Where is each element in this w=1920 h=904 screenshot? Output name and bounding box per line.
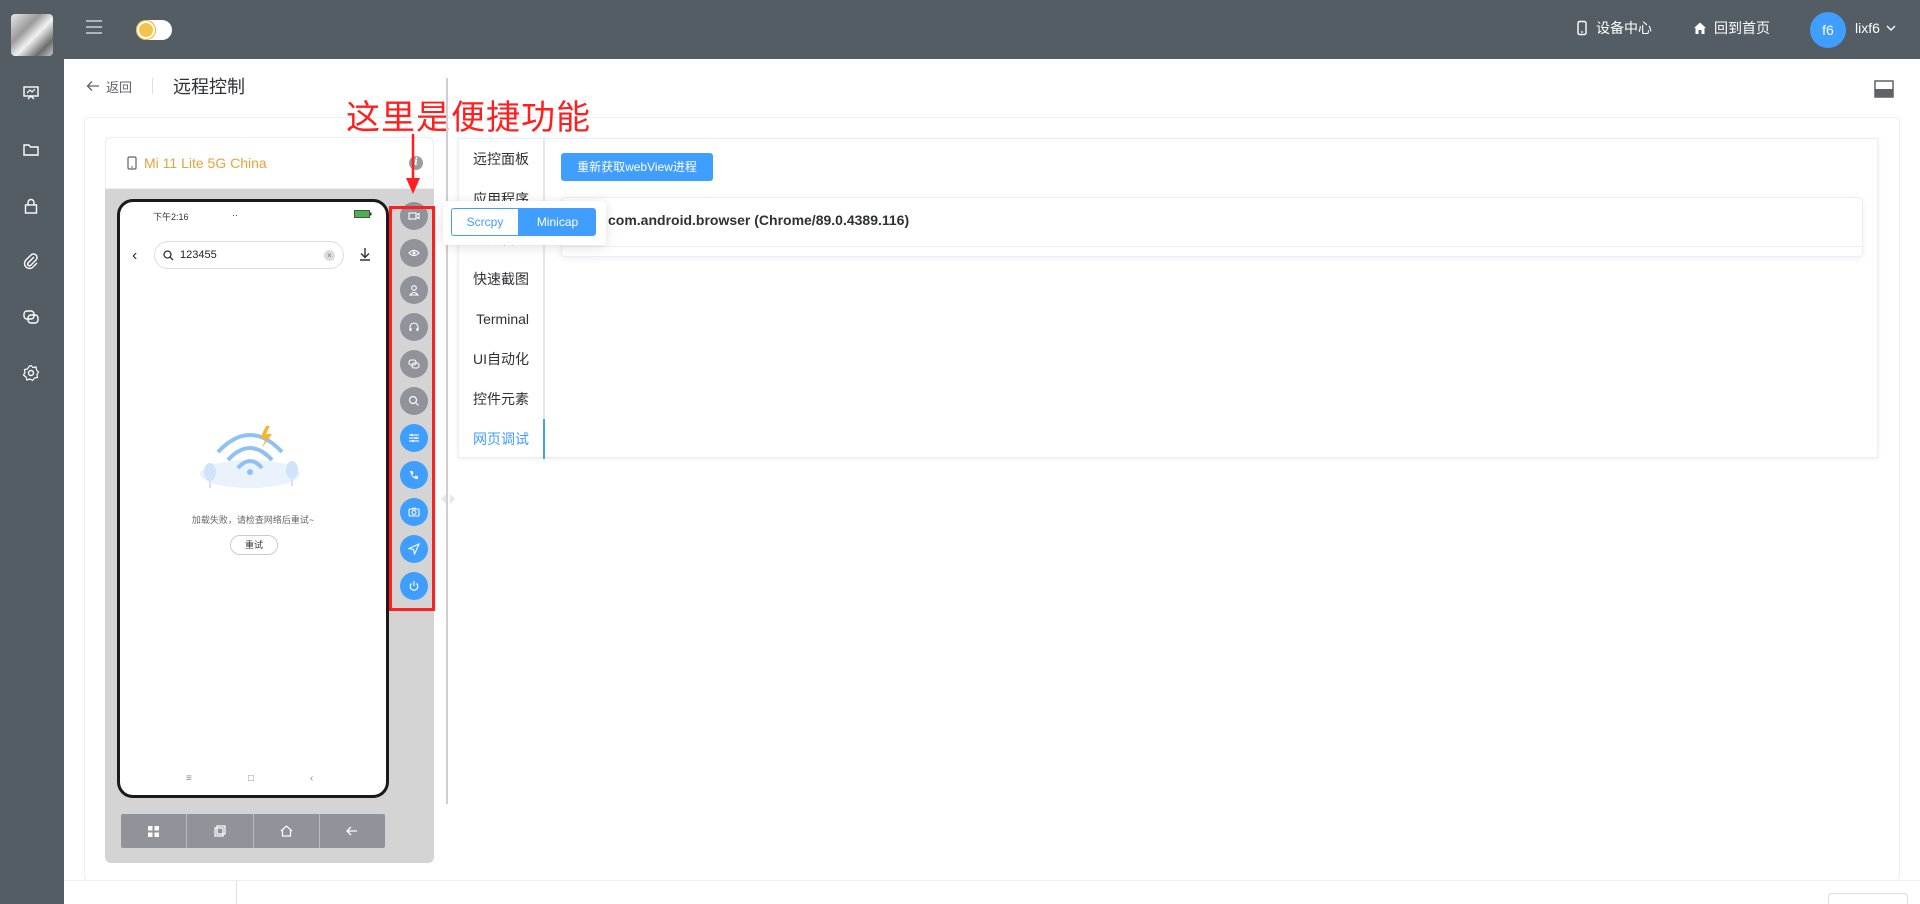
phone-icon	[127, 156, 137, 170]
arrow-left-icon	[86, 81, 99, 91]
panel-splitter[interactable]	[446, 78, 448, 804]
layout-toggle-icon[interactable]	[1874, 79, 1894, 99]
clear-icon[interactable]: ×	[324, 250, 335, 261]
device-center-label: 设备中心	[1596, 20, 1652, 36]
user-avatar[interactable]: f6	[1810, 12, 1846, 48]
download-icon[interactable]	[358, 246, 372, 262]
tab-ui-automation[interactable]: UI自动化	[457, 339, 543, 379]
monitor-icon[interactable]	[22, 84, 42, 104]
webview-process-name: com.android.browser (Chrome/89.0.4389.11…	[608, 212, 910, 228]
browser-back-icon[interactable]: ‹	[132, 247, 137, 265]
url-field[interactable]: 123455 ×	[154, 241, 344, 269]
page-title: 远程控制	[173, 77, 246, 97]
app-logo[interactable]	[11, 14, 53, 56]
webview-process-item[interactable]: com.android.browser (Chrome/89.0.4389.11…	[561, 197, 1863, 257]
back-nav-icon[interactable]: ‹	[310, 773, 313, 784]
page-header: 返回 远程控制	[86, 73, 245, 99]
arrow-left-icon	[346, 826, 358, 836]
device-control-bar	[121, 814, 385, 848]
status-time: 下午2:16	[153, 212, 189, 222]
device-header: Mi 11 Lite 5G China i	[105, 137, 434, 189]
grid-icon	[148, 825, 160, 837]
phone-icon	[1577, 20, 1587, 36]
footer-widget[interactable]	[1828, 893, 1908, 904]
home-nav-icon[interactable]: □	[248, 773, 254, 784]
scrcpy-option[interactable]: Scrcpy	[451, 208, 519, 236]
minicap-option[interactable]: Minicap	[519, 208, 596, 236]
phone-navbar: ≡ □ ‹	[120, 773, 386, 787]
theme-toggle[interactable]	[136, 20, 172, 40]
home-button[interactable]	[254, 814, 320, 848]
back-label: 返回	[106, 79, 133, 95]
settings-icon[interactable]	[22, 364, 42, 384]
attachment-icon[interactable]	[22, 252, 42, 272]
tab-web-debug[interactable]: 网页调试	[459, 419, 545, 459]
top-navbar: 设备中心 回到首页 f6 lixf6	[0, 0, 1920, 59]
menu-nav-icon[interactable]: ≡	[186, 773, 192, 784]
network-error-illustration	[200, 426, 300, 488]
refresh-webview-button[interactable]: 重新获取webView进程	[561, 153, 713, 181]
load-fail-message: 加载失败，请检查网络后重试~	[191, 515, 315, 525]
back-home-label: 回到首页	[1714, 20, 1770, 36]
url-text: 123455	[180, 249, 217, 261]
retry-button[interactable]: 重试	[230, 535, 278, 555]
footer-divider	[236, 881, 237, 904]
back-button[interactable]: 返回	[86, 77, 132, 96]
footer-bar	[64, 880, 1920, 904]
stream-mode-popover: Scrcpy Minicap	[443, 201, 606, 245]
annotation-text: 这里是便捷功能	[346, 98, 591, 138]
chat-icon[interactable]	[22, 308, 42, 328]
quick-functions-highlight	[389, 206, 435, 611]
tab-terminal[interactable]: Terminal	[457, 299, 543, 339]
browser-bar: ‹ 123455 ×	[120, 240, 386, 270]
home-icon	[280, 825, 293, 837]
annotation-arrow-icon	[406, 134, 420, 194]
phone-screen[interactable]: 下午2:16 ·· ‹ 123455 × 加载失败，请检查网络后重试~ 重试 ≡…	[117, 199, 389, 798]
device-name: Mi 11 Lite 5G China	[144, 155, 267, 171]
back-home-link[interactable]: 回到首页	[1692, 18, 1770, 38]
item-divider	[562, 246, 1862, 247]
status-icons	[354, 210, 372, 220]
toggle-knob	[137, 21, 155, 39]
status-extra: ··	[232, 210, 238, 220]
battery-icon	[354, 210, 372, 218]
user-menu[interactable]: lixf6	[1855, 20, 1896, 36]
recent-apps-button[interactable]	[187, 814, 254, 848]
home-icon	[1694, 22, 1706, 34]
device-panel: Mi 11 Lite 5G China i 下午2:16 ·· ‹ 123455…	[105, 137, 434, 863]
tab-screenshot[interactable]: 快速截图	[457, 259, 543, 299]
splitter-handle-icon[interactable]	[440, 491, 456, 507]
header-divider	[152, 78, 154, 94]
tab-elements[interactable]: 控件元素	[457, 379, 543, 419]
chevron-down-icon	[1886, 25, 1896, 31]
tab-remote-panel[interactable]: 远控面板	[457, 139, 543, 179]
folder-icon[interactable]	[22, 141, 42, 161]
lock-icon[interactable]	[22, 197, 42, 217]
side-nav	[0, 59, 64, 904]
copy-icon	[214, 825, 226, 837]
search-icon	[163, 249, 174, 260]
back-button-device[interactable]	[320, 814, 385, 848]
tools-panel: 远控面板 应用程序 文件管理 快速截图 Terminal UI自动化 控件元素 …	[458, 138, 1878, 459]
app-switch-button[interactable]	[121, 814, 188, 848]
menu-collapse-icon[interactable]	[86, 20, 102, 34]
tools-tabs: 远控面板 应用程序 文件管理 快速截图 Terminal UI自动化 控件元素 …	[459, 139, 545, 459]
device-center-link[interactable]: 设备中心	[1574, 18, 1652, 38]
username-label: lixf6	[1855, 20, 1880, 36]
